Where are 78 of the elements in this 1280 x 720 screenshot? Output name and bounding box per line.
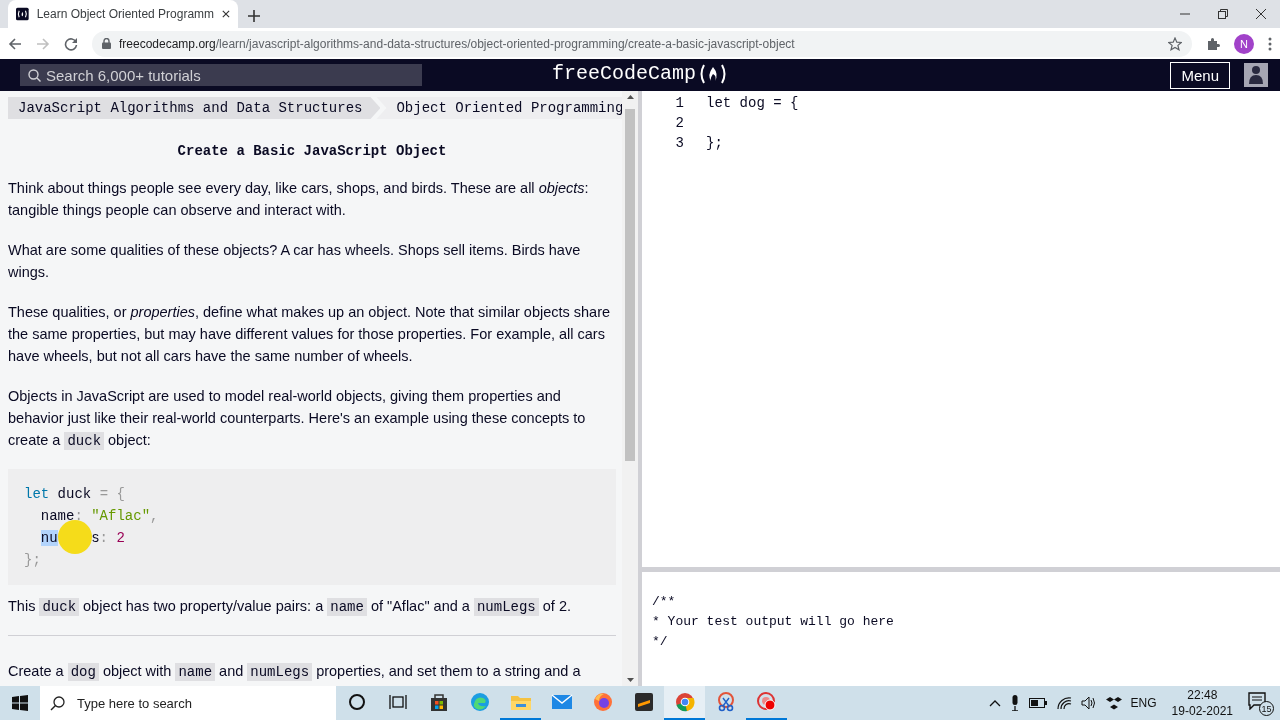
search-field[interactable]: Search 6,000+ tutorials: [20, 64, 422, 86]
code-token: };: [24, 552, 41, 568]
code-token: nu: [40, 530, 58, 546]
restore-icon[interactable]: [1218, 9, 1228, 19]
battery-icon[interactable]: [1028, 698, 1047, 708]
wifi-icon[interactable]: [1055, 696, 1072, 710]
puzzle-icon[interactable]: [1206, 36, 1220, 51]
avatar[interactable]: [1244, 63, 1268, 87]
search-icon: [50, 695, 65, 711]
code-token: :: [99, 530, 109, 546]
language-indicator[interactable]: ENG: [1130, 696, 1157, 710]
lock-icon: [102, 38, 111, 49]
fox-globe-icon[interactable]: [592, 692, 613, 712]
scroll-up-icon[interactable]: [626, 95, 634, 99]
code-editor[interactable]: 1 let dog = { 2 3 };: [642, 91, 1280, 567]
clock-time: 22:48: [1187, 687, 1218, 703]
speaker-icon[interactable]: [1080, 696, 1097, 710]
code-token: 2: [116, 530, 125, 546]
box-cloud-icon[interactable]: [1105, 696, 1122, 710]
envelope-icon[interactable]: [550, 694, 573, 710]
test-output: /** * Your test output will go here */: [651, 593, 895, 651]
instructions-text: Create a dog object with name and numLegs properties, and set them to a string and a: [8, 662, 582, 682]
windows-icon[interactable]: [12, 695, 28, 711]
code-token: = {: [99, 486, 125, 502]
code-line: let dog = {: [706, 94, 799, 113]
scissors-icon[interactable]: [715, 692, 736, 712]
code-token: name: [40, 508, 75, 524]
cursor-highlight-icon: [57, 520, 92, 554]
code-token: ,: [150, 508, 159, 524]
editor-app-icon[interactable]: [633, 692, 654, 712]
tab-title: Learn Object Oriented Programm: [36, 7, 215, 21]
scrollbar-thumb[interactable]: [625, 109, 635, 461]
clock-date: 19-02-2021: [1171, 703, 1233, 719]
code-token: duck: [56, 486, 93, 502]
menu-button[interactable]: Menu: [1170, 61, 1230, 89]
paragraph: This duck object has two property/value pairs: a name of "Aflac" and a numLegs of 2.: [8, 597, 572, 617]
back-icon[interactable]: [8, 36, 22, 51]
close-icon[interactable]: [222, 9, 230, 19]
clock[interactable]: 22:48 19-02-2021: [1171, 687, 1233, 719]
reload-icon[interactable]: [64, 36, 78, 51]
scroll-down-icon[interactable]: [626, 678, 634, 682]
microphone-icon[interactable]: [1009, 695, 1020, 711]
search-placeholder: Type here to search: [77, 695, 192, 711]
line-number: 1: [674, 94, 684, 113]
code-line: };: [706, 134, 723, 153]
notification-count: 15: [1259, 701, 1274, 716]
taskbar-search-field[interactable]: Type here to search: [40, 686, 336, 720]
task-view-icon[interactable]: [388, 693, 407, 711]
person-icon: [1248, 65, 1264, 85]
chevron-up-icon[interactable]: [988, 699, 1001, 707]
close-icon[interactable]: [1256, 9, 1266, 19]
code-token: let: [24, 486, 50, 502]
new-tab-icon[interactable]: [248, 10, 260, 22]
code-token: :: [74, 508, 84, 524]
line-number: 3: [674, 134, 684, 153]
folder-icon[interactable]: [509, 693, 532, 711]
lesson-title: Create a Basic JavaScript Object: [176, 143, 448, 159]
record-icon[interactable]: [756, 692, 777, 712]
paragraph: What are some qualities of these objects? A car has wheels. Shops sell items. Birds have wings.: [8, 241, 582, 282]
site-logo[interactable]: freeCodeCamp: [552, 62, 697, 85]
breadcrumb-link[interactable]: Object Oriented Programming: [376, 97, 622, 119]
browser-tab[interactable]: Learn Object Oriented Programm: [8, 0, 238, 28]
paragraph: Think about things people see every day, like cars, shops, and birds. These are all objects: tangible things people can observe and interact with.: [8, 179, 590, 220]
paragraph: Objects in JavaScript are used to model real-world objects, giving them properties and behavior just like their real-world counterparts. Here's an example using these concepts to create a duck object:: [8, 387, 587, 451]
more-icon[interactable]: [1268, 36, 1272, 51]
address-bar[interactable]: freecodecamp.org/learn/javascript-algorithms-and-data-structures/object-oriented-programming/create-a-basic-javascript-object: [92, 30, 1192, 57]
paragraph: These qualities, or properties, define what makes up an object. Note that similar objects share the same properties, but may have different values for those properties. For example, all cars have wheels, but not all cars have the same number of wheels.: [8, 303, 612, 366]
shopping-bag-icon[interactable]: [428, 692, 449, 712]
circle-icon[interactable]: [347, 693, 366, 711]
breadcrumb-link[interactable]: JavaScript Algorithms and Data Structures: [8, 97, 381, 119]
fcc-favicon-icon: [16, 6, 29, 22]
profile-avatar[interactable]: N: [1234, 33, 1254, 54]
star-icon[interactable]: [1168, 36, 1182, 51]
chrome-icon[interactable]: [674, 692, 695, 712]
line-number: 2: [674, 114, 684, 133]
code-token: "Aflac": [91, 508, 151, 524]
url-text: freecodecamp.org/learn/javascript-algorithms-and-data-structures/object-oriented-programming/create-a-basic-javascript-object: [119, 36, 795, 51]
code-token: s: [91, 530, 100, 546]
